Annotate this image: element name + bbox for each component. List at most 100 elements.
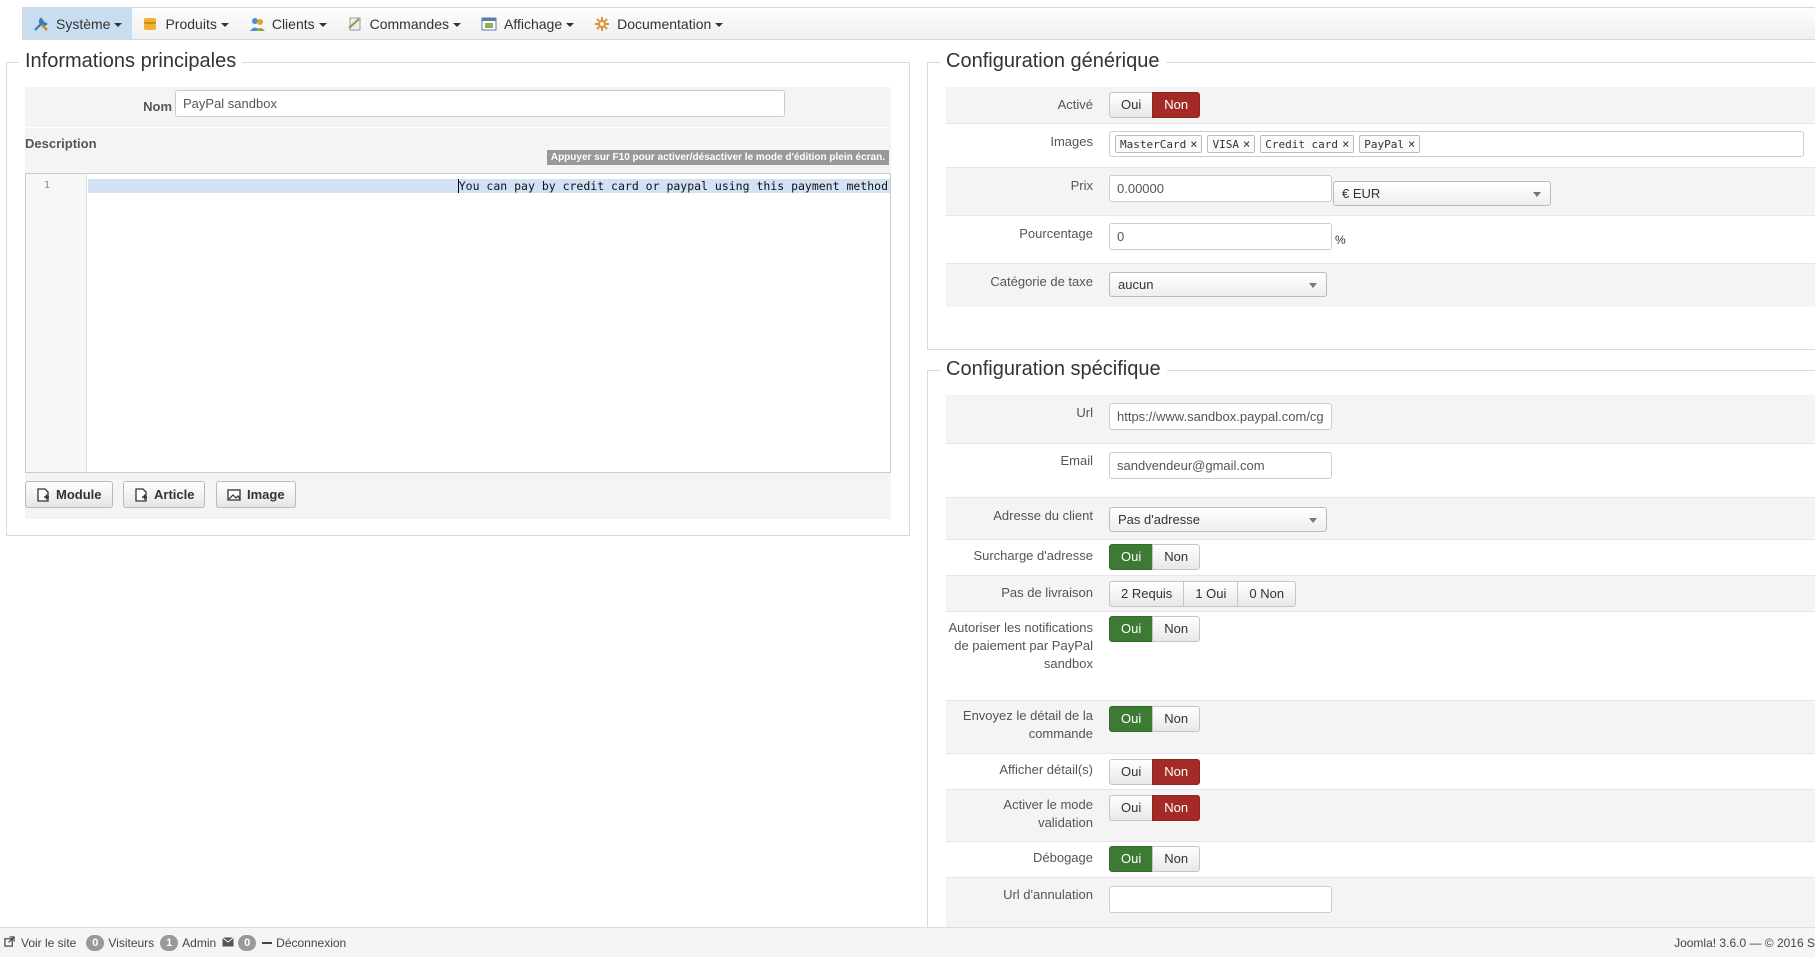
chevron-down-icon: [220, 22, 229, 27]
document-add-icon: [37, 487, 49, 502]
description-row: Description Appuyer sur F10 pour activer…: [25, 127, 891, 519]
remove-tag-icon[interactable]: ×: [1342, 132, 1349, 156]
main-menu: Système Produits Clients Commandes Affic…: [22, 7, 1815, 40]
admin-count-badge: 1: [160, 934, 179, 951]
description-label: Description: [25, 136, 97, 151]
price-input[interactable]: 0.00000: [1109, 175, 1332, 202]
remove-tag-icon[interactable]: ×: [1190, 132, 1197, 156]
debug-yes-button[interactable]: Oui: [1109, 846, 1154, 872]
percent-input[interactable]: 0: [1109, 223, 1332, 250]
send-detail-toggle: Oui Non: [1109, 706, 1201, 732]
products-icon: [142, 16, 158, 32]
main-info-title: Informations principales: [19, 50, 243, 73]
chevron-down-icon: [1533, 192, 1541, 197]
url-input[interactable]: https://www.sandbox.paypal.com/cg: [1109, 403, 1332, 430]
send-detail-yes-button[interactable]: Oui: [1109, 706, 1154, 732]
remove-tag-icon[interactable]: ×: [1408, 132, 1415, 156]
send-detail-no-button[interactable]: Non: [1152, 706, 1201, 732]
price-label: Prix: [1070, 178, 1093, 193]
active-no-button[interactable]: Non: [1152, 92, 1201, 118]
images-tag-input[interactable]: MasterCard × VISA × Credit card × PayPal ×: [1109, 131, 1804, 157]
notif-no-button[interactable]: Non: [1152, 616, 1201, 642]
validation-toggle: Oui Non: [1109, 795, 1201, 821]
menu-systeme[interactable]: Système: [23, 8, 133, 39]
cancel-url-label: Url d'annulation: [1003, 887, 1093, 902]
module-button[interactable]: Module: [25, 481, 113, 508]
picture-icon: [227, 488, 241, 501]
active-label: Activé: [1057, 97, 1093, 112]
version-text: Joomla! 3.6.0 — © 2016 S: [1674, 935, 1815, 950]
chevron-down-icon: [1309, 283, 1317, 288]
images-label: Images: [1050, 134, 1093, 149]
shipping-required-button[interactable]: 2 Requis: [1109, 581, 1185, 607]
shipping-label: Pas de livraison: [1001, 585, 1093, 600]
validation-yes-button[interactable]: Oui: [1109, 795, 1154, 821]
image-tag: PayPal ×: [1359, 135, 1421, 153]
menu-label: Documentation: [617, 15, 712, 32]
surcharge-no-button[interactable]: Non: [1152, 544, 1201, 570]
menu-label: Commandes: [369, 15, 449, 32]
document-add-icon: [135, 487, 147, 502]
url-label: Url: [1076, 405, 1093, 420]
menu-label: Clients: [271, 15, 315, 32]
email-row: Email sandvendeur@gmail.com: [946, 443, 1815, 497]
debug-no-button[interactable]: Non: [1152, 846, 1201, 872]
code-editor[interactable]: 1 You can pay by credit card or paypal u…: [25, 173, 891, 473]
percent-row: Pourcentage 0 %: [946, 215, 1815, 263]
validation-row: Activer le mode validation Oui Non: [946, 789, 1815, 841]
notif-yes-button[interactable]: Oui: [1109, 616, 1154, 642]
currency-select[interactable]: € EUR: [1333, 181, 1551, 206]
logout-icon: [262, 941, 273, 944]
chevron-down-icon: [453, 22, 461, 27]
menu-commandes[interactable]: Commandes: [337, 8, 471, 39]
editor-gutter: 1: [26, 174, 87, 472]
shipping-row: Pas de livraison 2 Requis 1 Oui 0 Non: [946, 575, 1815, 611]
cancel-url-input[interactable]: [1109, 886, 1332, 913]
email-label: Email: [1060, 453, 1093, 468]
remove-tag-icon[interactable]: ×: [1243, 132, 1250, 156]
menu-produits[interactable]: Produits: [132, 8, 238, 39]
shipping-yes-button[interactable]: 1 Oui: [1183, 581, 1239, 607]
generic-config-title: Configuration générique: [940, 50, 1166, 73]
menu-clients[interactable]: Clients: [239, 8, 337, 39]
surcharge-yes-button[interactable]: Oui: [1109, 544, 1154, 570]
nom-row: Nom PayPal sandbox: [25, 87, 891, 127]
menu-label: Système: [56, 15, 111, 32]
validation-no-button[interactable]: Non: [1152, 795, 1201, 821]
messages-count-badge: 0: [238, 934, 257, 951]
debug-label: Débogage: [1033, 850, 1093, 865]
show-detail-row: Afficher détail(s) Oui Non: [946, 753, 1815, 789]
image-button[interactable]: Image: [216, 481, 296, 508]
email-input[interactable]: sandvendeur@gmail.com: [1109, 452, 1332, 479]
active-row: Activé Oui Non: [946, 87, 1815, 123]
logout-link[interactable]: Déconnexion: [276, 936, 346, 950]
documentation-icon: [594, 16, 610, 32]
menu-label: Produits: [165, 15, 217, 32]
top-bar: Système Produits Clients Commandes Affic…: [0, 0, 1815, 40]
active-yes-button[interactable]: Oui: [1109, 92, 1154, 118]
display-icon: [481, 16, 497, 32]
show-detail-yes-button[interactable]: Oui: [1109, 759, 1154, 785]
menu-label: Affichage: [504, 15, 563, 32]
shipping-no-button[interactable]: 0 Non: [1237, 581, 1297, 607]
clients-icon: [249, 16, 265, 32]
address-row: Adresse du client Pas d'adresse: [946, 497, 1815, 539]
images-row: Images MasterCard × VISA × Credit card × Pa…: [946, 123, 1815, 167]
validation-label: Activer le mode validation: [1003, 797, 1093, 830]
address-label: Adresse du client: [993, 508, 1093, 523]
menu-documentation[interactable]: Documentation: [584, 8, 733, 39]
cancel-url-row: Url d'annulation: [946, 877, 1815, 931]
send-detail-label: Envoyez le détail de la commande: [962, 708, 1093, 741]
nom-input[interactable]: PayPal sandbox: [175, 90, 785, 117]
main-info-panel: Informations principales Nom PayPal sand…: [6, 50, 910, 536]
view-site-link[interactable]: Voir le site: [21, 936, 76, 950]
article-button[interactable]: Article: [123, 481, 206, 508]
show-detail-no-button[interactable]: Non: [1152, 759, 1201, 785]
envelope-icon[interactable]: [222, 936, 234, 950]
tax-row: Catégorie de taxe aucun: [946, 263, 1815, 307]
notif-label: Autoriser les notifications de paiement …: [948, 620, 1093, 671]
menu-affichage[interactable]: Affichage: [471, 8, 584, 39]
show-detail-toggle: Oui Non: [1109, 759, 1201, 785]
address-select[interactable]: Pas d'adresse: [1109, 507, 1327, 532]
tax-select[interactable]: aucun: [1109, 272, 1327, 297]
